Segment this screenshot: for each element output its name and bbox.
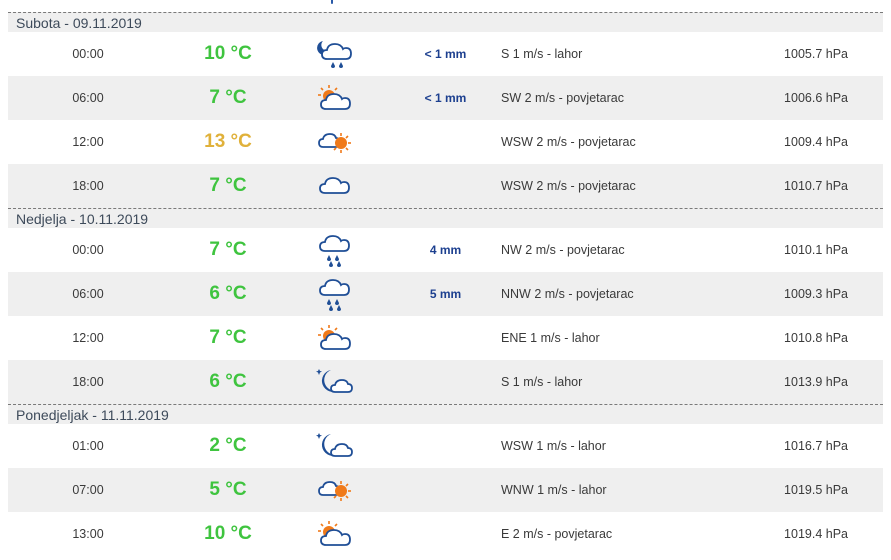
- precipitation-value: [413, 424, 478, 468]
- precipitation-value: < 1 mm: [424, 47, 467, 61]
- forecast-time: 00:00: [72, 47, 104, 61]
- precipitation-value: < 1 mm: [424, 91, 467, 105]
- forecast-row: 12:00 13 °C WSW 2 m/s - povjetarac 1009.4 h…: [8, 120, 883, 164]
- wind-description: WNW 1 m/s - lahor: [501, 483, 607, 497]
- wind-description: S 1 m/s - lahor: [501, 375, 583, 389]
- temperature-value: 2 °C: [209, 435, 247, 456]
- precipitation-value: [413, 164, 478, 208]
- pressure-value: 1010.8 hPa: [784, 331, 848, 345]
- wind-description: WSW 2 m/s - povjetarac: [501, 135, 636, 149]
- forecast-time: 18:00: [72, 375, 104, 389]
- sun-cloud-icon: [315, 512, 355, 556]
- precipitation-value: [413, 120, 478, 164]
- temperature-value: 10 °C: [204, 523, 252, 544]
- forecast-time: 12:00: [72, 135, 104, 149]
- precipitation-value: [413, 468, 478, 512]
- temperature-value: 7 °C: [209, 327, 247, 348]
- night-cloud-rain-icon: [315, 32, 355, 76]
- wind-description: S 1 m/s - lahor: [501, 47, 583, 61]
- forecast-row: 00:00 7 °C 4 mm NW 2 m/s - povjetarac 1010.1…: [8, 228, 883, 272]
- forecast-time: 06:00: [72, 91, 104, 105]
- precipitation-value: [413, 316, 478, 360]
- forecast-row: 01:00 2 °C WSW 1 m/s - lahor 1016.7 hPa: [8, 424, 883, 468]
- forecast-row: 18:00 6 °C S 1 m/s - lahor 1013.9 hPa: [8, 360, 883, 404]
- temperature-value: 5 °C: [209, 479, 247, 500]
- sun-cloud-icon: [315, 316, 355, 360]
- precipitation-value: [413, 512, 478, 556]
- wind-description: WSW 2 m/s - povjetarac: [501, 179, 636, 193]
- forecast-time: 18:00: [72, 179, 104, 193]
- temperature-value: 6 °C: [209, 283, 247, 304]
- day-header: Ponedjeljak - 11.11.2019: [8, 404, 883, 424]
- wind-description: SW 2 m/s - povjetarac: [501, 91, 624, 105]
- pressure-value: 1019.4 hPa: [784, 527, 848, 541]
- forecast-time: 12:00: [72, 331, 104, 345]
- temperature-value: 6 °C: [209, 371, 247, 392]
- day-header: Nedjelja - 10.11.2019: [8, 208, 883, 228]
- raindrop-icon: [331, 0, 333, 4]
- forecast-time: 13:00: [72, 527, 104, 541]
- sun-cloud-icon: [315, 76, 355, 120]
- pressure-value: 1013.9 hPa: [784, 375, 848, 389]
- night-cloud-icon: [315, 424, 355, 468]
- precipitation-value: 5 mm: [429, 287, 462, 301]
- forecast-time: 07:00: [72, 483, 104, 497]
- forecast-row: 00:00 10 °C < 1 mm S 1 m/s - lahor 1005.7 hP…: [8, 32, 883, 76]
- forecast-time: 00:00: [72, 243, 104, 257]
- wind-description: NW 2 m/s - povjetarac: [501, 243, 625, 257]
- forecast-row: 06:00 7 °C < 1 mm SW 2 m/s - povjetarac 1006…: [8, 76, 883, 120]
- cloud-icon: [315, 164, 355, 208]
- forecast-row: 13:00 10 °C E 2 m/s - povjetarac 1019.4 hPa: [8, 512, 883, 556]
- forecast-row: 06:00 6 °C 5 mm NNW 2 m/s - povjetarac 1009.…: [8, 272, 883, 316]
- pressure-value: 1010.7 hPa: [784, 179, 848, 193]
- temperature-value: 13 °C: [204, 131, 252, 152]
- wind-description: NNW 2 m/s - povjetarac: [501, 287, 634, 301]
- cloud-rain-icon: [315, 228, 355, 272]
- cloud-sun-icon: [315, 468, 355, 512]
- forecast-row: 18:00 7 °C WSW 2 m/s - povjetarac 1010.7 hP…: [8, 164, 883, 208]
- pressure-value: 1010.1 hPa: [784, 243, 848, 257]
- pressure-value: 1019.5 hPa: [784, 483, 848, 497]
- temperature-value: 10 °C: [204, 43, 252, 64]
- pressure-value: 1016.7 hPa: [784, 439, 848, 453]
- pressure-value: 1005.7 hPa: [784, 47, 848, 61]
- forecast-row: 12:00 7 °C ENE 1 m/s - lahor 1010.8 hPa: [8, 316, 883, 360]
- temperature-value: 7 °C: [209, 87, 247, 108]
- temperature-value: 7 °C: [209, 239, 247, 260]
- cloud-rain-icon: [315, 272, 355, 316]
- forecast-row: 07:00 5 °C WNW 1 m/s - lahor 1019.5 hPa: [8, 468, 883, 512]
- night-cloud-icon: [315, 360, 355, 404]
- pressure-value: 1009.4 hPa: [784, 135, 848, 149]
- temperature-value: 7 °C: [209, 175, 247, 196]
- forecast-table: Subota - 09.11.2019 00:00 10 °C < 1 mm S 1 m…: [8, 12, 883, 556]
- cloud-sun-icon: [315, 120, 355, 164]
- precipitation-value: 4 mm: [429, 243, 462, 257]
- wind-description: WSW 1 m/s - lahor: [501, 439, 606, 453]
- pressure-value: 1006.6 hPa: [784, 91, 848, 105]
- precipitation-value: [413, 360, 478, 404]
- forecast-time: 01:00: [72, 439, 104, 453]
- wind-description: ENE 1 m/s - lahor: [501, 331, 600, 345]
- forecast-time: 06:00: [72, 287, 104, 301]
- pressure-value: 1009.3 hPa: [784, 287, 848, 301]
- wind-description: E 2 m/s - povjetarac: [501, 527, 613, 541]
- day-header: Subota - 09.11.2019: [8, 12, 883, 32]
